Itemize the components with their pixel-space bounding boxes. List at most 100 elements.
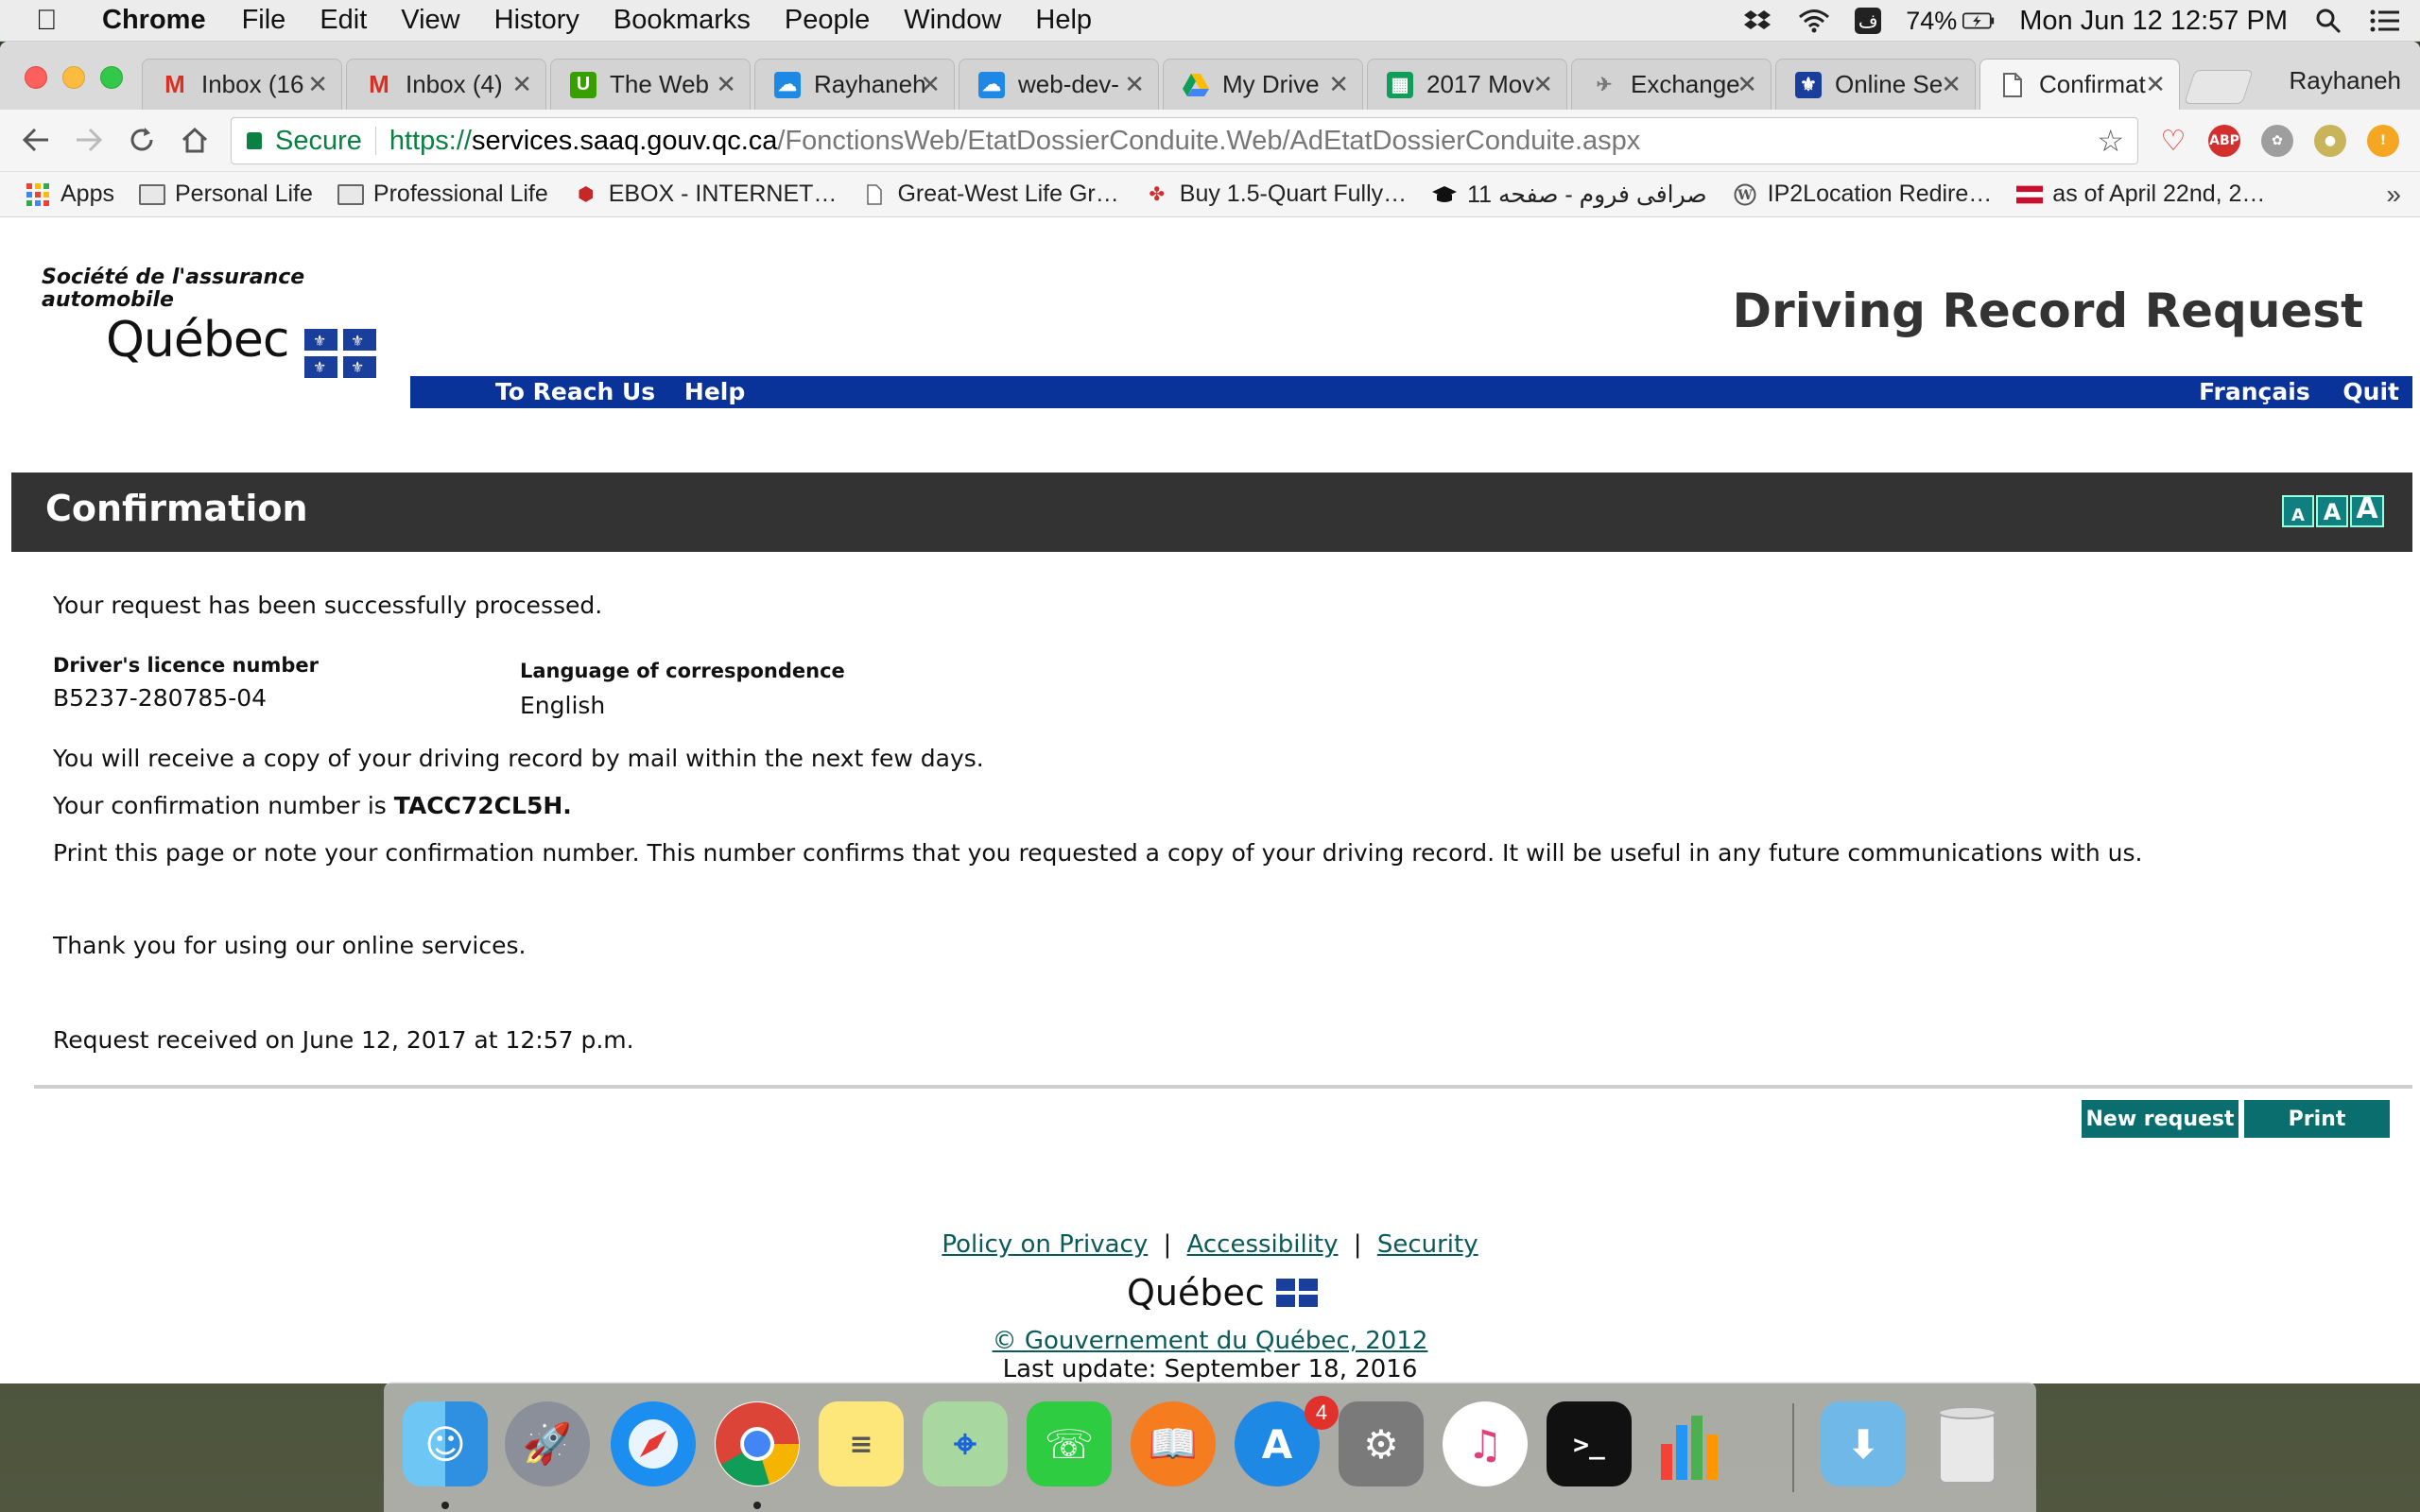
close-tab-icon[interactable]: ✕ (716, 70, 736, 99)
terminal-icon[interactable]: >_ (1547, 1401, 1632, 1486)
ibooks-icon[interactable]: 📖 (1131, 1401, 1216, 1486)
menu-edit[interactable]: Edit (320, 5, 367, 36)
wifi-icon[interactable] (1798, 7, 1830, 35)
quebec-wordmark[interactable]: Québec (106, 312, 289, 369)
menu-app-name[interactable]: Chrome (102, 5, 206, 36)
tab-inbox-4[interactable]: M Inbox (4) ✕ (346, 59, 546, 110)
chrome-icon[interactable] (715, 1401, 800, 1486)
home-button[interactable] (176, 121, 214, 159)
heart-extension-icon[interactable]: ♡ (2157, 125, 2189, 158)
itunes-icon[interactable]: ♫ (1443, 1401, 1528, 1486)
close-tab-icon[interactable]: ✕ (1532, 70, 1553, 99)
battery-percent[interactable]: 74% (1906, 7, 1957, 36)
saaq-logo-text[interactable]: Société de l'assurance automobile (42, 266, 304, 312)
coin-extension-icon[interactable]: ● (2314, 125, 2346, 157)
adblock-plus-icon[interactable]: ABP (2208, 125, 2240, 157)
menu-people[interactable]: People (785, 5, 870, 36)
menu-file[interactable]: File (242, 5, 286, 36)
trash-icon[interactable] (1925, 1401, 2010, 1486)
facetime-icon[interactable]: ☏ (1027, 1401, 1112, 1486)
safari-icon[interactable] (611, 1401, 696, 1486)
bookmark-personal-life[interactable]: Personal Life (138, 180, 313, 208)
tab-2017-mov[interactable]: ▦ 2017 Mov ✕ (1367, 59, 1567, 110)
menu-bookmarks[interactable]: Bookmarks (614, 5, 751, 36)
copyright-link[interactable]: © Gouvernement du Québec, 2012 (0, 1327, 2420, 1355)
tab-online-services[interactable]: ⚜ Online Se ✕ (1775, 59, 1976, 110)
maps-icon[interactable]: ⌖ (923, 1401, 1008, 1486)
menu-view[interactable]: View (401, 5, 459, 36)
close-tab-icon[interactable]: ✕ (511, 70, 532, 99)
bookmark-ebox[interactable]: ⬢ EBOX - INTERNET… (573, 180, 837, 208)
new-request-button[interactable]: New request (2082, 1100, 2238, 1138)
tab-inbox-16[interactable]: M Inbox (16 ✕ (142, 59, 342, 110)
bookmark-professional-life[interactable]: Professional Life (337, 180, 548, 208)
tab-the-web[interactable]: U The Web ✕ (550, 59, 751, 110)
close-tab-icon[interactable]: ✕ (1124, 70, 1145, 99)
clock[interactable]: Mon Jun 12 12:57 PM (2019, 6, 2288, 37)
downloads-folder-icon[interactable]: ⬇ (1821, 1401, 1906, 1486)
tab-my-drive[interactable]: My Drive ✕ (1163, 59, 1363, 110)
new-tab-button[interactable] (2184, 70, 2254, 104)
apple-menu-icon[interactable]:  (36, 5, 74, 37)
bookmark-sarafi-forum[interactable]: صرافی فروم - صفحه 11 (1431, 180, 1707, 209)
numbers-icon[interactable] (1651, 1401, 1736, 1486)
maple-leaf-icon: ✤ (1149, 184, 1166, 205)
bookmark-buy-quart[interactable]: ✤ Buy 1.5-Quart Fully… (1144, 180, 1407, 208)
privacy-link[interactable]: Policy on Privacy (942, 1230, 1148, 1259)
system-preferences-icon[interactable]: ⚙ (1339, 1401, 1424, 1486)
nav-to-reach-us[interactable]: To Reach Us (495, 378, 655, 405)
nav-quit[interactable]: Quit (2342, 378, 2399, 405)
notification-center-icon[interactable] (2369, 7, 2401, 35)
bookmark-great-west-life[interactable]: Great-West Life Gr… (861, 180, 1119, 208)
spotlight-search-icon[interactable] (2312, 7, 2344, 35)
bookmarks-overflow-icon[interactable]: » (2386, 180, 2401, 210)
bookmark-apps[interactable]: Apps (25, 180, 114, 208)
close-tab-icon[interactable]: ✕ (1941, 70, 1962, 99)
finder-icon[interactable]: ☺ (403, 1401, 488, 1486)
bookmark-star-icon[interactable]: ☆ (2097, 123, 2124, 159)
tab-confirmation[interactable]: Confirmat ✕ (1979, 59, 2180, 110)
text-size-small-button[interactable]: A (2282, 495, 2314, 527)
address-bar[interactable]: Secure https:// services.saaq.gouv.qc.ca… (231, 117, 2138, 164)
menu-window[interactable]: Window (904, 5, 1001, 36)
close-tab-icon[interactable]: ✕ (307, 70, 328, 99)
running-indicator (441, 1502, 449, 1509)
thanks-message: Thank you for using our online services. (53, 932, 527, 959)
close-tab-icon[interactable]: ✕ (1737, 70, 1757, 99)
bookmark-april-22[interactable]: as of April 22nd, 2… (2016, 180, 2265, 208)
close-window-button[interactable] (25, 66, 47, 89)
forward-button[interactable] (70, 121, 108, 159)
secure-label[interactable]: Secure (275, 126, 362, 157)
profile-name[interactable]: Rayhaneh (2289, 66, 2401, 95)
film-reel-extension-icon[interactable]: ✿ (2261, 125, 2293, 157)
close-tab-icon[interactable]: ✕ (920, 70, 941, 99)
back-button[interactable] (17, 121, 55, 159)
alert-extension-icon[interactable]: ! (2367, 125, 2399, 157)
zoom-window-button[interactable] (100, 66, 123, 89)
input-source-icon[interactable]: ف (1855, 8, 1882, 34)
close-tab-icon[interactable]: ✕ (2145, 70, 2166, 99)
nav-francais[interactable]: Français (2199, 378, 2310, 405)
tab-web-dev[interactable]: ☁ web-dev- ✕ (959, 59, 1159, 110)
tab-exchange[interactable]: ✈ Exchange ✕ (1571, 59, 1772, 110)
notes-icon[interactable]: ≡ (819, 1401, 904, 1486)
nav-help[interactable]: Help (684, 378, 745, 405)
close-tab-icon[interactable]: ✕ (1328, 70, 1349, 99)
minimize-window-button[interactable] (62, 66, 85, 89)
text-size-medium-button[interactable]: A (2316, 495, 2348, 527)
launchpad-icon[interactable]: 🚀 (505, 1401, 590, 1486)
accessibility-link[interactable]: Accessibility (1187, 1230, 1339, 1259)
footer-links: Policy on Privacy | Accessibility | Secu… (0, 1230, 2420, 1259)
bookmark-ip2location[interactable]: W IP2Location Redire… (1732, 180, 1992, 208)
tab-rayhaneh[interactable]: ☁ Rayhaneh ✕ (754, 59, 955, 110)
dropbox-icon[interactable] (1741, 7, 1773, 35)
lock-icon[interactable] (247, 132, 262, 149)
battery-icon[interactable] (1962, 7, 1995, 35)
text-size-large-button[interactable]: A (2350, 492, 2384, 527)
reload-button[interactable] (123, 121, 161, 159)
security-link[interactable]: Security (1377, 1230, 1478, 1259)
print-button[interactable]: Print (2244, 1100, 2390, 1138)
wordpress-icon: W (1732, 183, 1758, 206)
menu-help[interactable]: Help (1035, 5, 1092, 36)
menu-history[interactable]: History (494, 5, 579, 36)
